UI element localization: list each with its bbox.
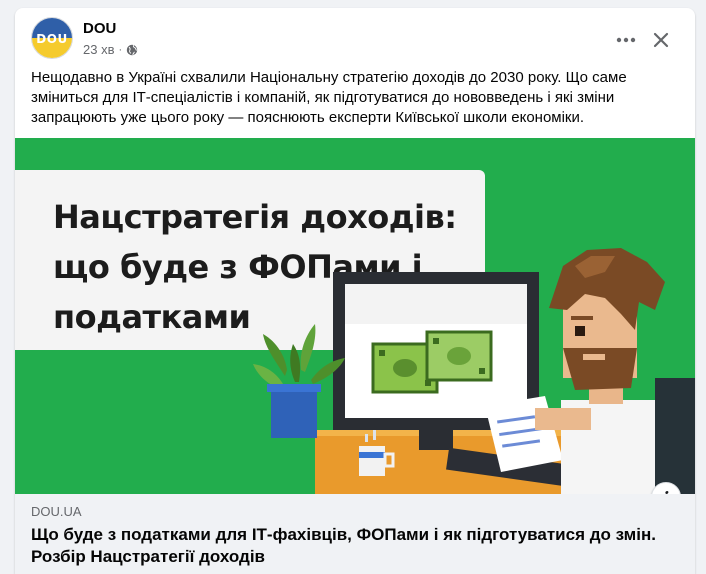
link-domain: DOU.UA	[31, 504, 82, 519]
post-header: DOU DOU 23 хв ·	[15, 8, 695, 70]
meta-separator: ·	[118, 43, 123, 56]
more-horizontal-icon	[616, 37, 636, 43]
pixel-art-illustration	[253, 248, 695, 494]
post-time[interactable]: 23 хв	[83, 42, 114, 57]
link-preview-image[interactable]: Нацстратегія доходів: що буде з ФОПами і…	[15, 138, 695, 494]
author-name[interactable]: DOU	[83, 20, 116, 37]
more-options-button[interactable]	[610, 24, 642, 56]
link-title[interactable]: Що буде з податками для ІТ-фахівців, ФОП…	[31, 524, 681, 568]
post-meta: 23 хв ·	[83, 42, 138, 57]
close-icon	[653, 32, 669, 48]
close-button[interactable]	[645, 24, 677, 56]
avatar-logo-text: DOU	[36, 32, 68, 46]
avatar[interactable]: DOU	[31, 17, 73, 59]
link-preview-info[interactable]: DOU.UA Що буде з податками для ІТ-фахівц…	[15, 494, 695, 574]
post-card: DOU DOU 23 хв · Нещодавно в Україні схва…	[15, 8, 695, 574]
globe-icon	[126, 44, 138, 56]
post-body: Нещодавно в Україні схвалили Національну…	[31, 69, 627, 126]
